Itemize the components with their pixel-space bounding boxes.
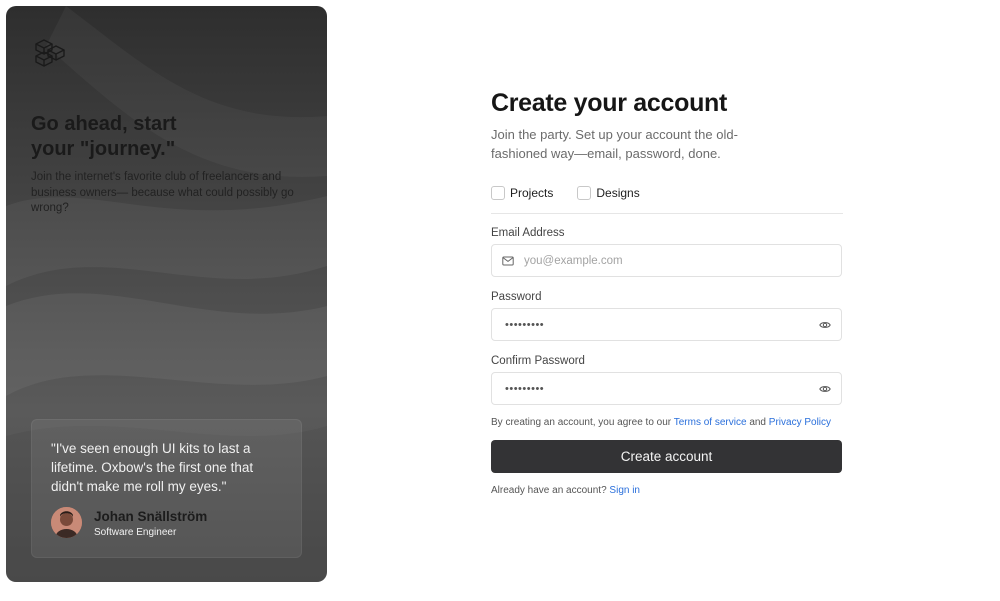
- eye-icon[interactable]: [819, 319, 831, 331]
- email-label: Email Address: [491, 227, 565, 239]
- eye-icon[interactable]: [819, 383, 831, 395]
- email-field[interactable]: you@example.com: [491, 244, 842, 277]
- create-account-button[interactable]: Create account: [491, 440, 842, 473]
- email-placeholder: you@example.com: [524, 254, 623, 267]
- avatar: [51, 507, 82, 538]
- projects-checkbox[interactable]: Projects: [491, 186, 553, 200]
- testimonial-quote: "I've seen enough UI kits to last a life…: [51, 441, 254, 494]
- testimonial-role: Software Engineer: [94, 527, 177, 538]
- signin-prompt: Already have an account? Sign in: [491, 485, 843, 496]
- confirm-password-label: Confirm Password: [491, 355, 585, 367]
- page-title: Create your account: [491, 89, 728, 117]
- terms-prefix: By creating an account, you agree to our: [491, 417, 672, 428]
- checkbox-square[interactable]: [577, 186, 592, 200]
- terms-link[interactable]: Terms of service: [674, 417, 747, 428]
- password-value: •••••••••: [505, 318, 545, 331]
- terms-and: and: [749, 417, 766, 428]
- signin-prefix: Already have an account?: [491, 485, 607, 496]
- testimonial-name: Johan Snällström: [94, 509, 208, 524]
- confirm-password-field[interactable]: •••••••••: [491, 372, 842, 405]
- hero-title-line1: Go ahead, start: [31, 113, 177, 135]
- checkbox-label: Projects: [510, 186, 554, 200]
- password-field[interactable]: •••••••••: [491, 308, 842, 341]
- confirm-password-value: •••••••••: [505, 382, 545, 395]
- hero-title-line2: your "journey.": [31, 138, 176, 160]
- signin-link[interactable]: Sign in: [609, 485, 640, 496]
- hero-subtitle: Join the internet's favorite club of fre…: [31, 171, 294, 214]
- hero-title: Go ahead, start your "journey.": [31, 112, 291, 162]
- terms-notice: By creating an account, you agree to our…: [491, 417, 843, 428]
- testimonial-card: "I've seen enough UI kits to last a life…: [31, 419, 302, 558]
- designs-checkbox[interactable]: Designs: [577, 186, 640, 200]
- signup-form: Create your account Join the party. Set …: [491, 88, 843, 496]
- hero-panel: Go ahead, start your "journey." Join the…: [6, 6, 327, 582]
- layered-cubes-logo-icon: [35, 39, 65, 67]
- mail-icon: [502, 256, 514, 266]
- interest-checkboxes: Projects Designs: [491, 186, 843, 214]
- page-subtitle: Join the party. Set up your account the …: [491, 127, 738, 161]
- avatar-portrait-icon: [51, 507, 82, 538]
- password-label: Password: [491, 291, 542, 303]
- checkbox-label: Designs: [596, 186, 640, 200]
- privacy-link[interactable]: Privacy Policy: [769, 417, 831, 428]
- checkbox-square[interactable]: [491, 186, 505, 200]
